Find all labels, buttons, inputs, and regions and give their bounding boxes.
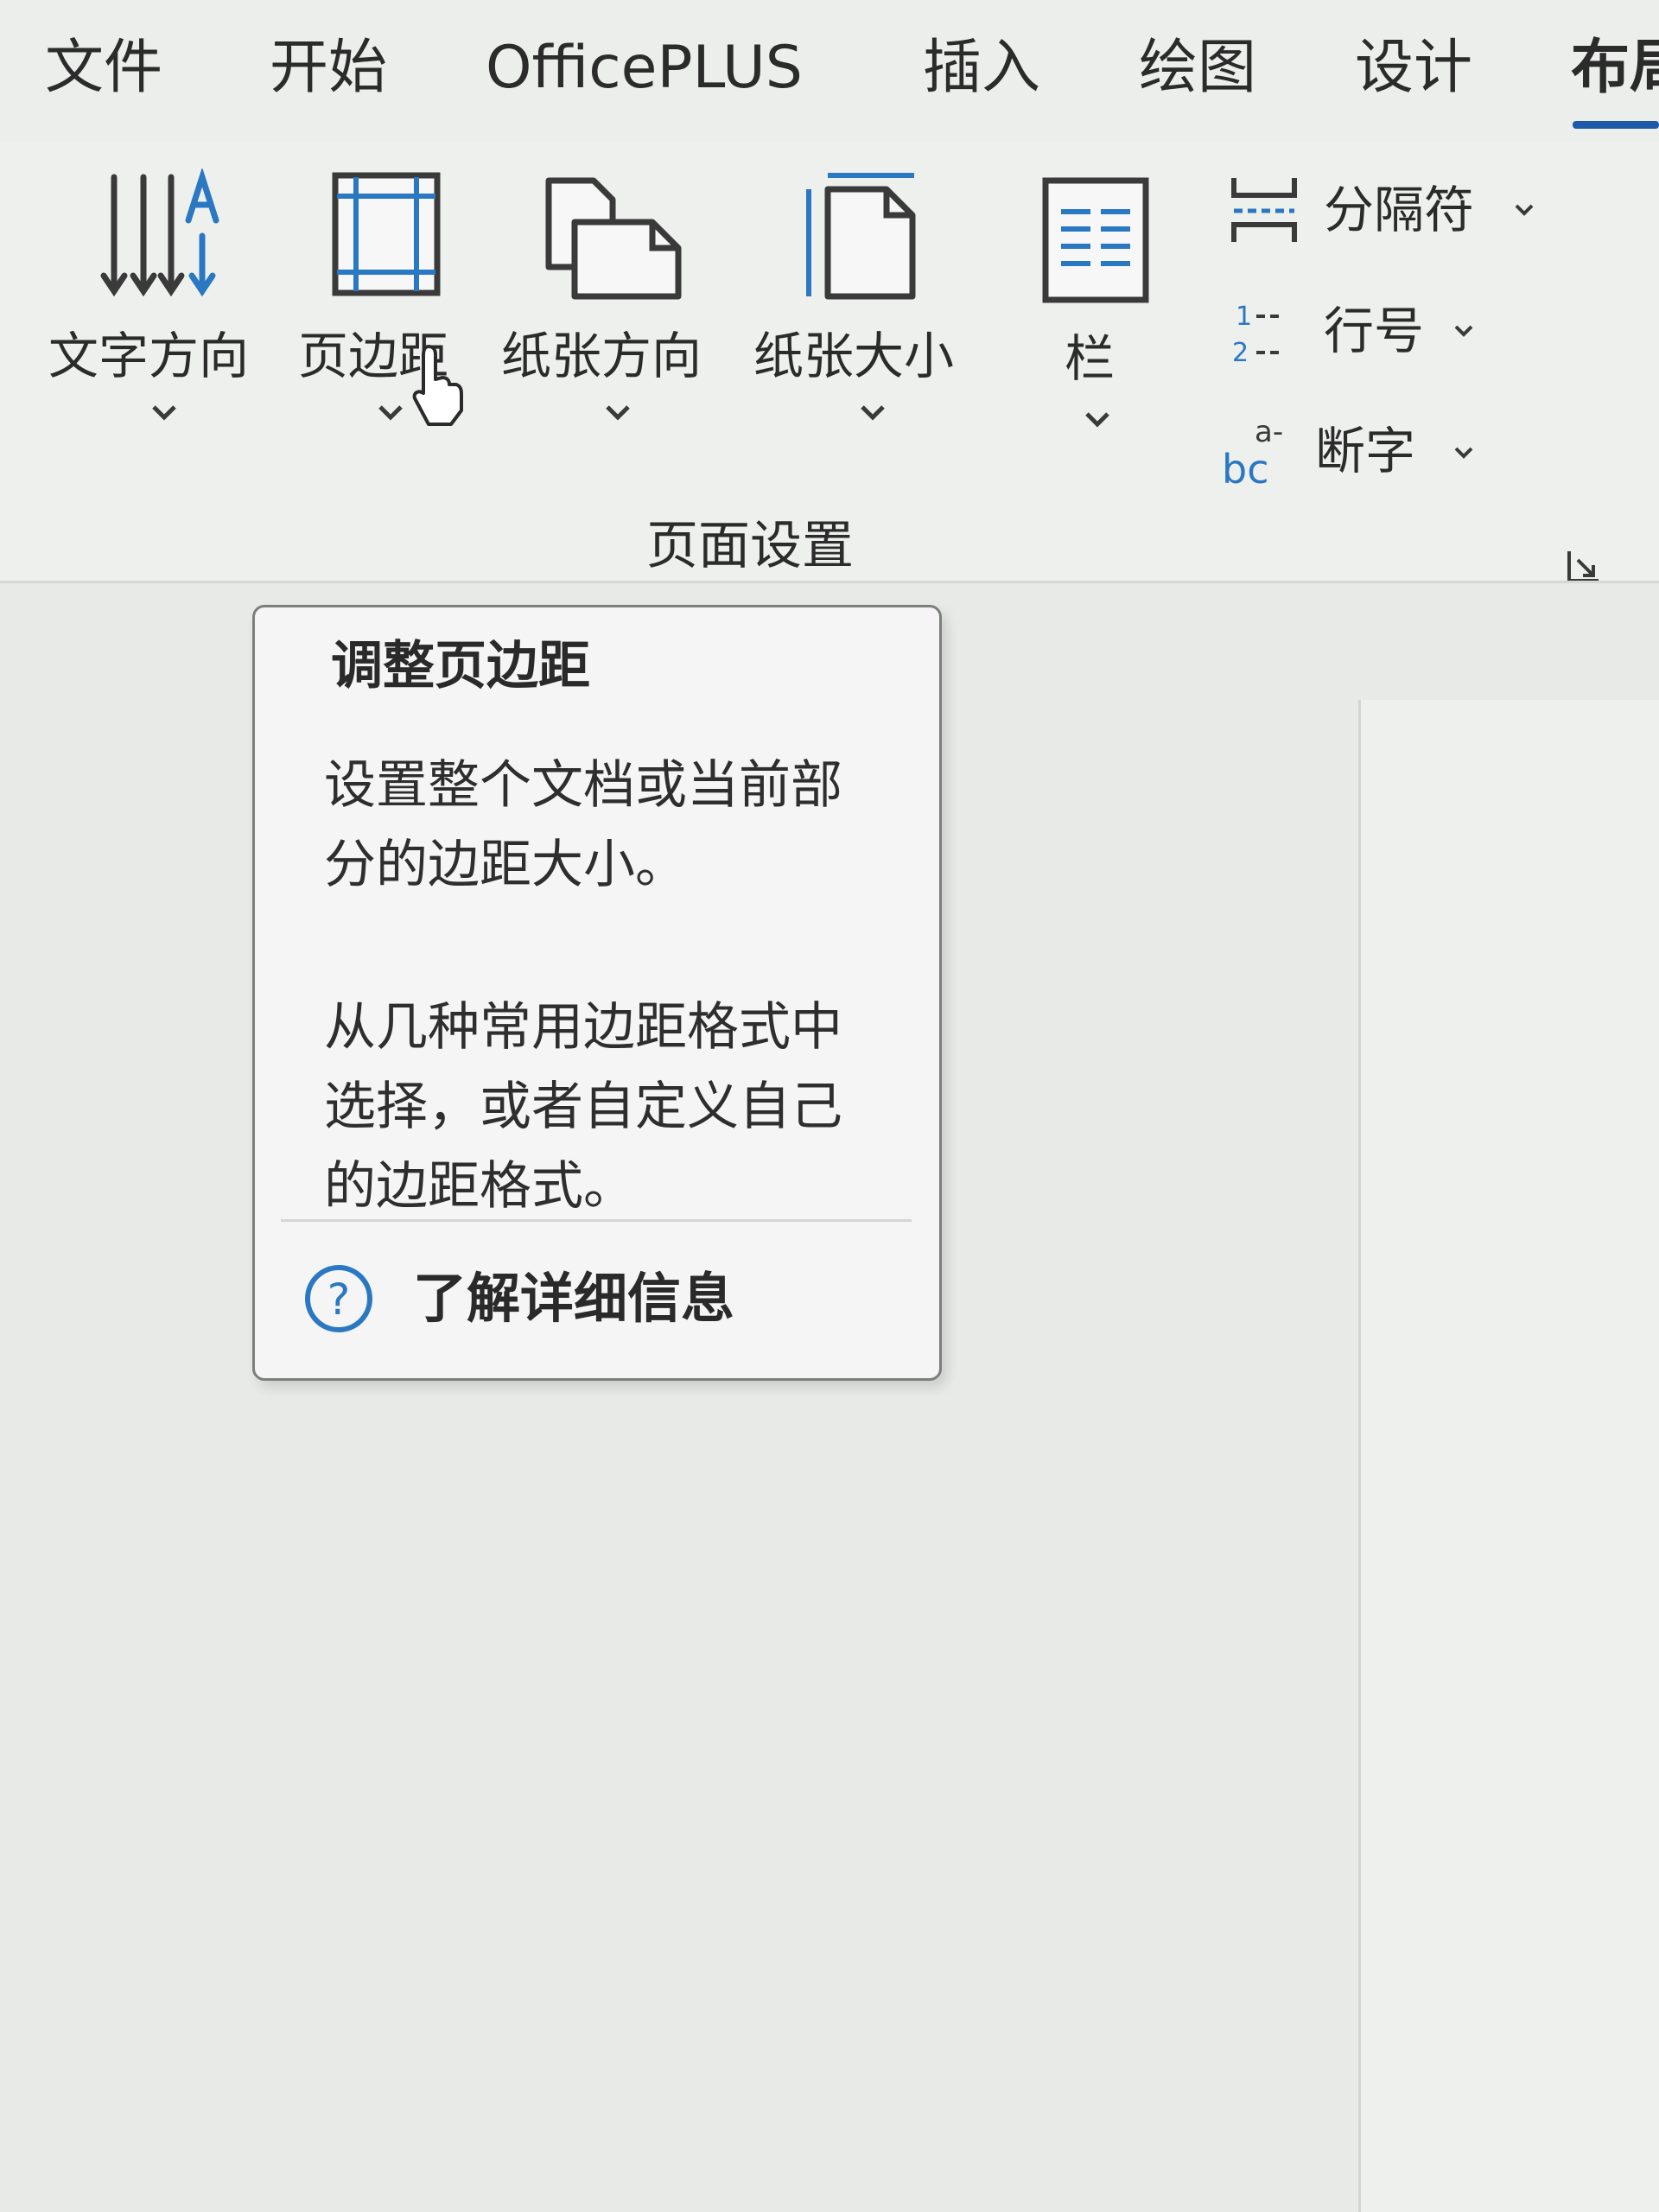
line-numbers-icon: 1 2 (1232, 302, 1279, 368)
chevron-down-icon (152, 405, 176, 421)
tab-officeplus[interactable]: OfficePLUS (486, 31, 803, 105)
tooltip-title: 调整页边距 (331, 636, 590, 696)
hyphenation-icon: a- bc (1222, 415, 1283, 493)
text-direction-button[interactable]: 文字方向 (43, 160, 276, 445)
ribbon-tab-bar: 文件 开始 OfficePLUS 插入 绘图 设计 布局 (0, 0, 1659, 143)
margins-icon (332, 172, 441, 296)
paper-size-icon (806, 173, 916, 300)
tab-home[interactable]: 开始 (270, 31, 387, 105)
columns-icon (1042, 177, 1149, 303)
help-icon: ? (305, 1265, 372, 1332)
tab-design[interactable]: 设计 (1355, 31, 1472, 105)
tab-file[interactable]: 文件 (45, 31, 162, 105)
chevron-down-icon (606, 405, 630, 421)
text-direction-icon (100, 168, 219, 297)
chevron-down-icon (1085, 412, 1109, 428)
chevron-down-icon (1454, 325, 1473, 337)
svg-text:1: 1 (1236, 302, 1252, 332)
tooltip-divider (281, 1219, 912, 1222)
hyphenation-label: 断字 (1315, 422, 1416, 480)
hyphenation-button[interactable]: a- bc 断字 (1218, 410, 1486, 493)
paper-size-label: 纸张大小 (753, 327, 955, 385)
svg-text:2: 2 (1232, 338, 1249, 368)
breaks-label: 分隔符 (1324, 181, 1475, 239)
svg-text:bc: bc (1222, 446, 1269, 493)
chevron-down-icon (1454, 447, 1473, 459)
tab-draw[interactable]: 绘图 (1139, 31, 1256, 105)
chevron-down-icon (861, 405, 885, 421)
chevron-down-icon (378, 405, 403, 421)
tab-layout[interactable]: 布局 (1571, 31, 1659, 105)
orientation-button[interactable]: 纸张方向 (497, 160, 730, 445)
mouse-cursor-icon (412, 345, 463, 426)
orientation-label: 纸张方向 (501, 327, 702, 385)
active-tab-indicator (1573, 121, 1659, 129)
svg-text:?: ? (327, 1274, 351, 1325)
line-numbers-button[interactable]: 1 2 行号 (1227, 294, 1486, 372)
columns-button[interactable]: 栏 (1011, 160, 1184, 445)
tooltip-description-2: 从几种常用边距格式中 选择，或者自定义自己 的边距格式。 (324, 997, 842, 1217)
tooltip-description: 设置整个文档或当前部 分的边距大小。 (324, 755, 842, 895)
svg-text:a-: a- (1255, 415, 1283, 449)
tab-insert[interactable]: 插入 (923, 31, 1040, 105)
line-numbers-label: 行号 (1324, 302, 1425, 360)
chevron-down-icon (1515, 204, 1534, 216)
page-setup-group-label: 页面设置 (646, 516, 854, 576)
paper-size-button[interactable]: 纸张大小 (750, 160, 992, 445)
text-direction-label: 文字方向 (48, 327, 250, 385)
breaks-icon (1231, 178, 1297, 242)
margins-tooltip: 调整页边距 设置整个文档或当前部 分的边距大小。 从几种常用边距格式中 选择，或… (252, 605, 942, 1381)
learn-more-label: 了解详细信息 (413, 1267, 735, 1330)
orientation-icon (545, 177, 682, 300)
breaks-button[interactable]: 分隔符 (1227, 173, 1538, 251)
document-page[interactable] (1358, 700, 1659, 2212)
columns-label: 栏 (1065, 329, 1116, 388)
